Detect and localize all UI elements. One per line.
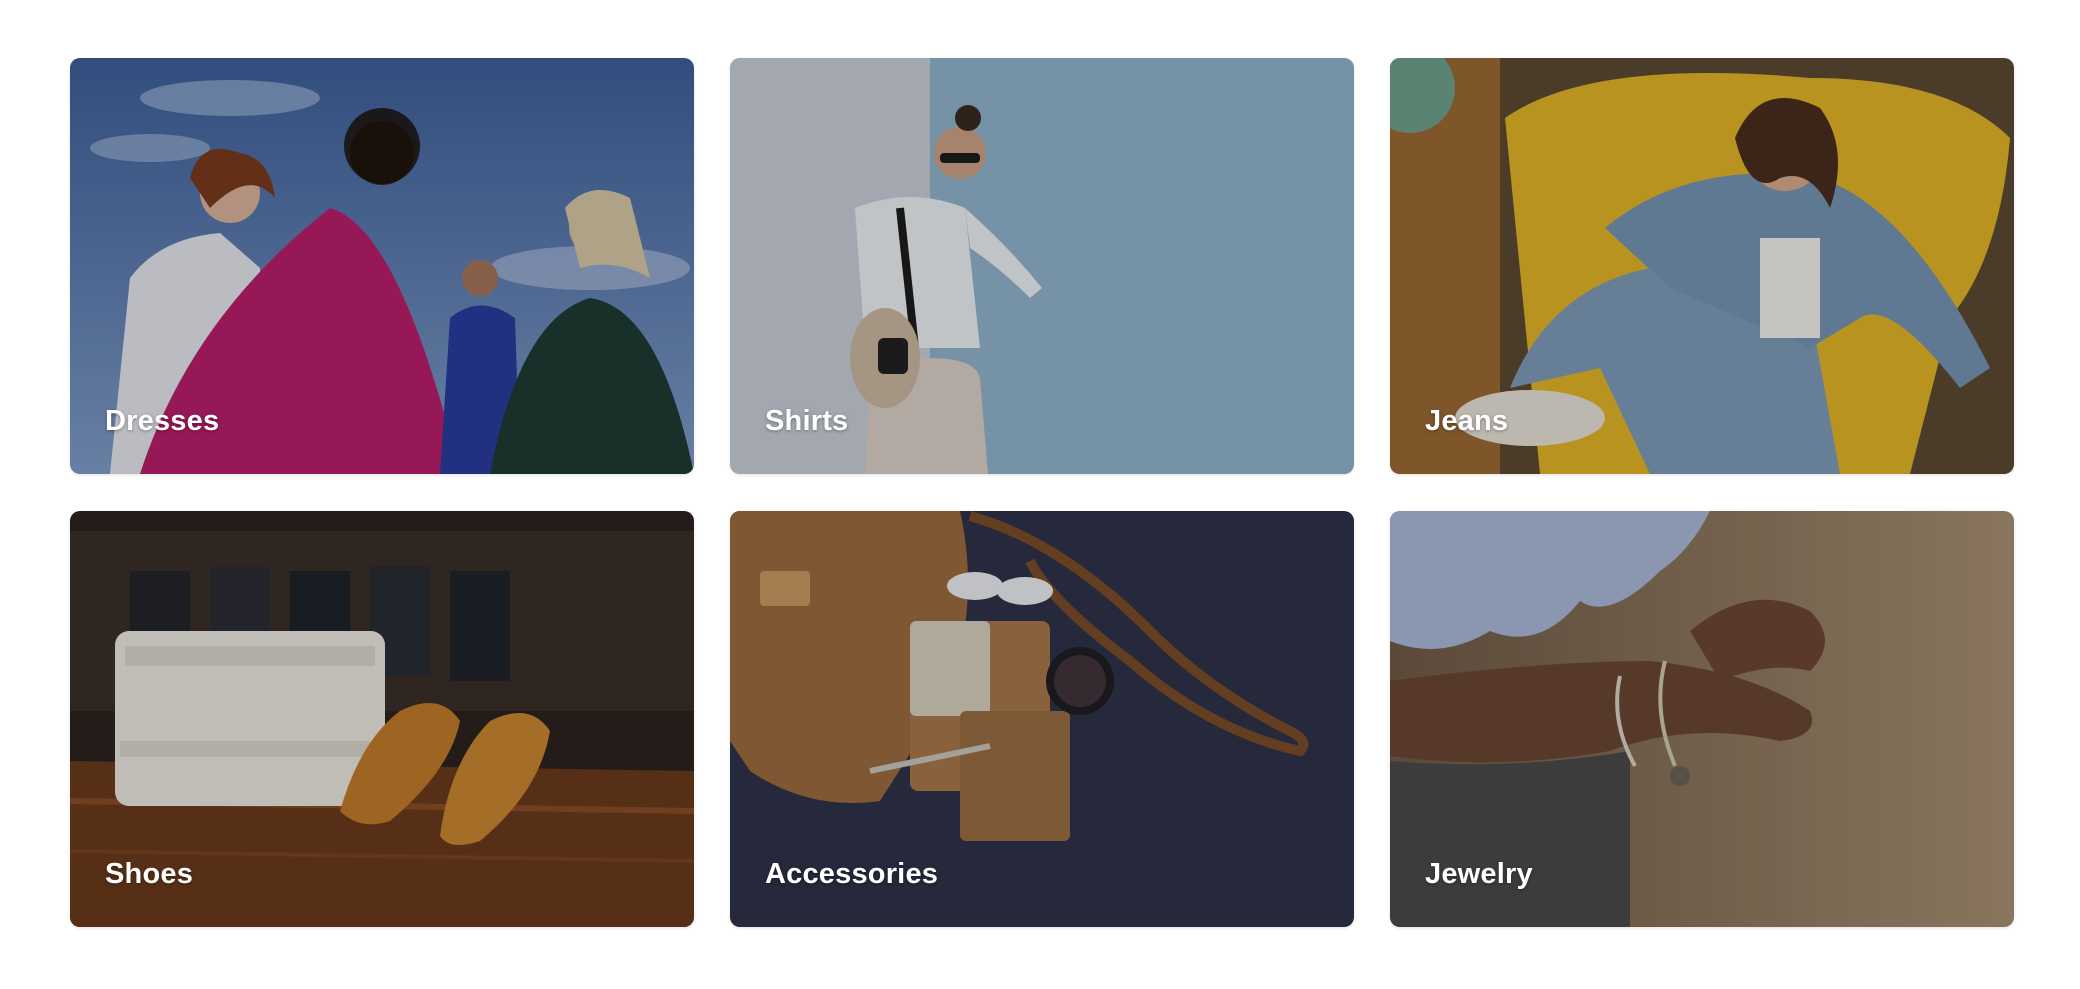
category-card-shoes[interactable]: Shoes bbox=[70, 511, 694, 927]
category-card-dresses[interactable]: Dresses bbox=[70, 58, 694, 474]
category-card-jeans[interactable]: Jeans bbox=[1390, 58, 2014, 474]
category-label-jeans: Jeans bbox=[1425, 405, 1509, 437]
category-card-jewelry[interactable]: Jewelry bbox=[1390, 511, 2014, 927]
category-label-shoes: Shoes bbox=[105, 858, 194, 890]
category-card-shirts[interactable]: Shirts bbox=[730, 58, 1354, 474]
category-card-accessories[interactable]: Accessories bbox=[730, 511, 1354, 927]
category-grid: Dresses Shirts Jeans Shoes Accessories J… bbox=[70, 58, 2015, 927]
category-label-jewelry: Jewelry bbox=[1425, 858, 1533, 890]
category-label-shirts: Shirts bbox=[765, 405, 849, 437]
category-label-dresses: Dresses bbox=[105, 405, 220, 437]
category-label-accessories: Accessories bbox=[765, 858, 939, 890]
